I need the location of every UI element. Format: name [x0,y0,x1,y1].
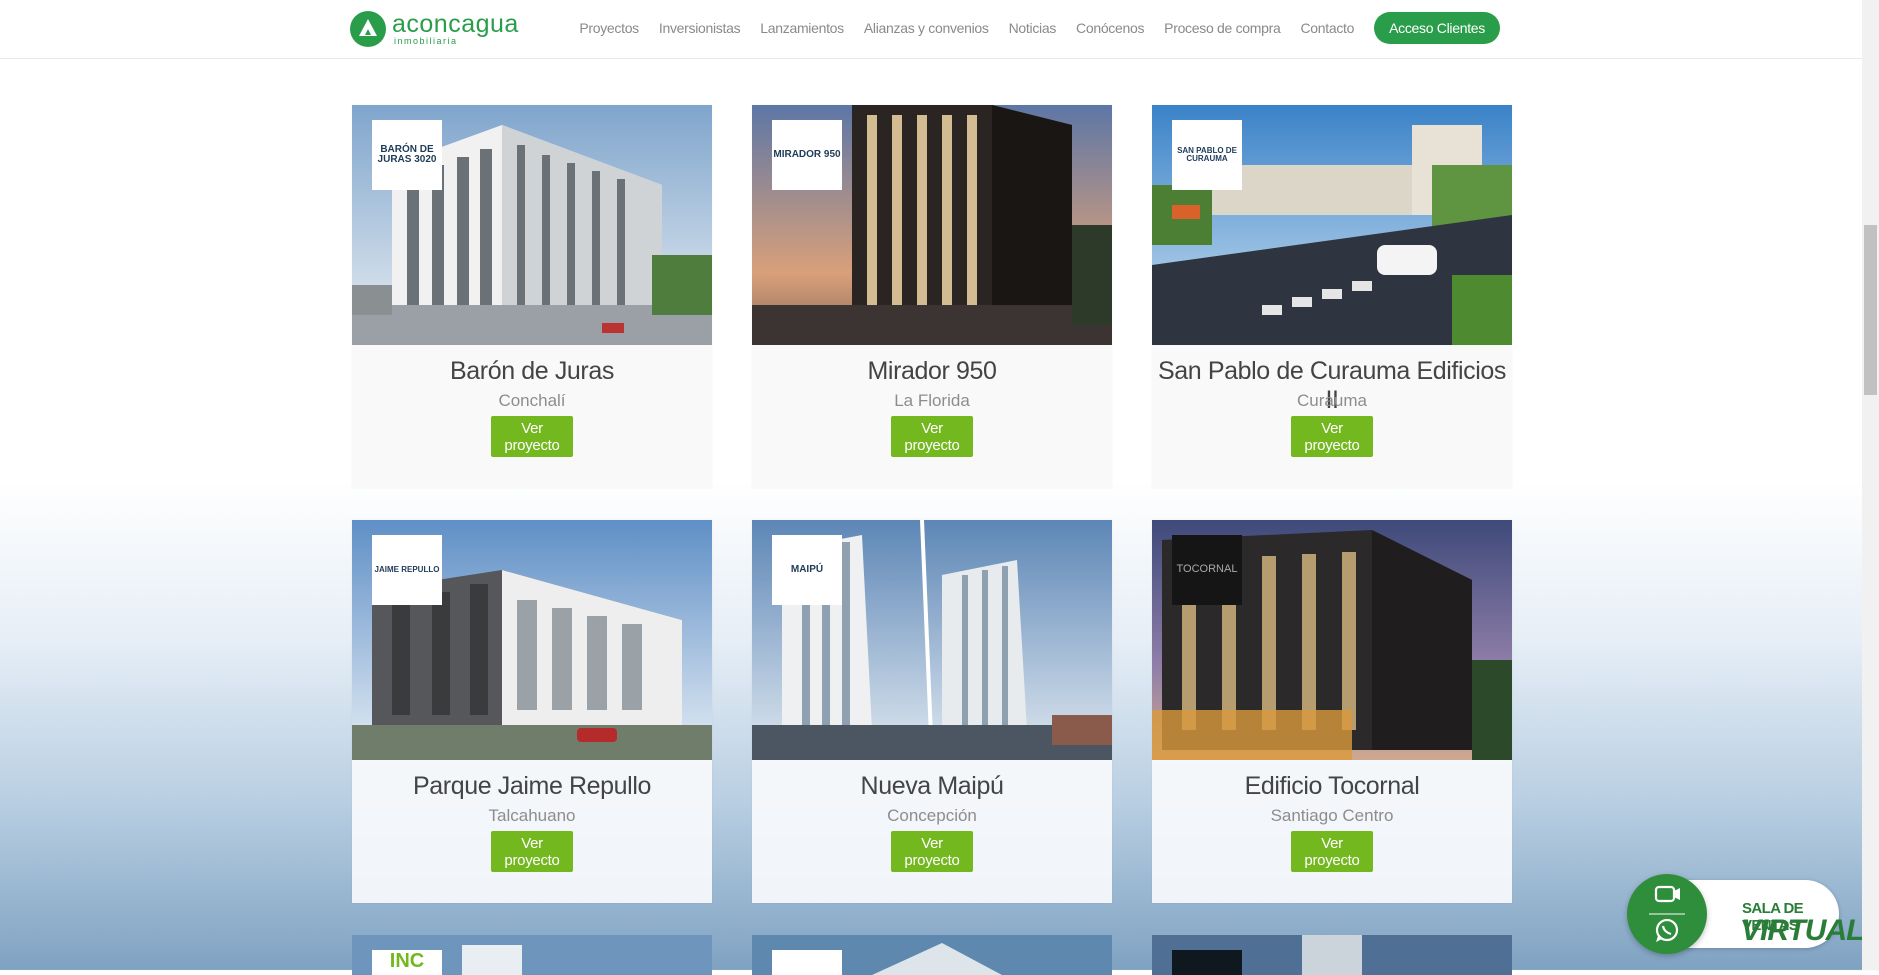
scrollbar-thumb[interactable] [1864,225,1877,395]
project-title: Parque Jaime Repullo [413,772,651,800]
acceso-clientes-button[interactable]: Acceso Clientes [1374,12,1500,44]
project-logo-badge [1172,950,1242,975]
logo-sub: inmobiliaria [394,36,458,46]
sala-ventas-virtual-widget[interactable]: SALA DE VENTAS VIRTUAL [1627,874,1864,954]
nav-alianzas[interactable]: Alianzas y convenios [864,20,989,36]
project-card: BARÓN DE JURAS 3020 Barón de Juras Conch… [352,105,712,488]
site-header: aconcagua inmobiliaria Proyectos Inversi… [0,0,1862,59]
nav-proceso-compra[interactable]: Proceso de compra [1164,20,1281,36]
logo-icon [350,11,386,47]
logo-name: aconcagua [392,10,519,38]
project-card-partial[interactable]: INC [352,935,712,975]
nav-proyectos[interactable]: Proyectos [579,20,639,36]
project-logo-badge: MIRADOR 950 [772,120,842,190]
project-title: Edificio Tocornal [1244,772,1420,800]
project-title: Nueva Maipú [860,772,1004,800]
nav-conocenos[interactable]: Conócenos [1076,20,1144,36]
nav-noticias[interactable]: Noticias [1009,20,1057,36]
project-card: MAIPÚ Nueva Maipú Concepción Ver proyect… [752,520,1112,903]
ver-proyecto-button[interactable]: Ver proyecto [491,416,573,457]
project-card: TOCORNAL Edificio Tocornal Santiago Cent… [1152,520,1512,903]
project-card-partial[interactable] [1152,935,1512,975]
ver-proyecto-button[interactable]: Ver proyecto [1291,416,1373,457]
project-title: Barón de Juras [450,357,614,385]
project-card: JAIME REPULLO Parque Jaime Repullo Talca… [352,520,712,903]
project-location: La Florida [894,391,970,410]
project-card: SAN PABLO DE CURAUMA San Pablo de Curaum… [1152,105,1512,488]
project-logo-badge: JAIME REPULLO [372,535,442,605]
sala-line2: VIRTUAL [1741,914,1864,947]
project-image[interactable]: BARÓN DE JURAS 3020 [352,105,712,345]
project-logo-badge: MAIPÚ [772,535,842,605]
project-location: Conchalí [498,391,566,410]
project-logo-badge: SAN PABLO DE CURAUMA [1172,120,1242,190]
project-location: Santiago Centro [1270,806,1394,825]
scrollbar[interactable] [1862,0,1879,970]
project-image[interactable]: JAIME REPULLO [352,520,712,760]
project-location: Concepción [887,806,977,825]
project-image[interactable]: MAIPÚ [752,520,1112,760]
ver-proyecto-button[interactable]: Ver proyecto [891,416,973,457]
ver-proyecto-button[interactable]: Ver proyecto [891,831,973,872]
nav-inversionistas[interactable]: Inversionistas [659,20,741,36]
main-nav: Proyectos Inversionistas Lanzamientos Al… [559,12,1500,44]
project-image[interactable]: TOCORNAL [1152,520,1512,760]
site-logo[interactable]: aconcagua inmobiliaria [350,9,519,49]
project-location: Talcahuano [488,806,576,825]
whatsapp-icon [1655,918,1679,942]
project-card: MIRADOR 950 Mirador 950 La Florida Ver p… [752,105,1112,488]
project-logo-badge [772,950,842,975]
project-card-partial[interactable] [752,935,1112,975]
project-title: Mirador 950 [867,357,997,385]
project-logo-badge: INC [372,950,442,975]
project-logo-badge: BARÓN DE JURAS 3020 [372,120,442,190]
project-location: Curauma [1297,391,1367,410]
ver-proyecto-button[interactable]: Ver proyecto [491,831,573,872]
nav-lanzamientos[interactable]: Lanzamientos [760,20,844,36]
project-image[interactable]: MIRADOR 950 [752,105,1112,345]
project-image[interactable]: SAN PABLO DE CURAUMA [1152,105,1512,345]
nav-contacto[interactable]: Contacto [1300,20,1354,36]
ver-proyecto-button[interactable]: Ver proyecto [1291,831,1373,872]
sala-circle[interactable] [1627,874,1707,954]
project-logo-badge: TOCORNAL [1172,535,1242,605]
